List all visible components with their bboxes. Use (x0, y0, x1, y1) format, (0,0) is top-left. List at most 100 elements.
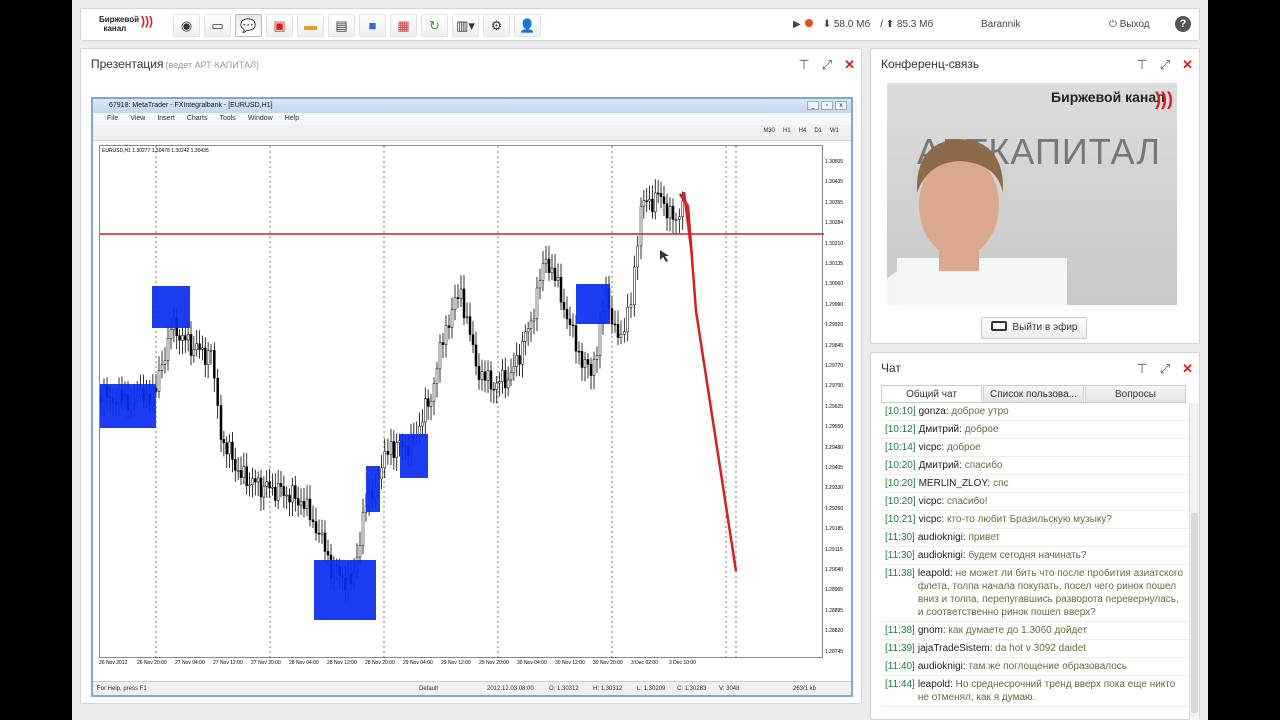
pin-icon[interactable]: ⊤ (1136, 361, 1147, 377)
menu-help[interactable]: Help (285, 113, 299, 125)
message-nick[interactable]: audioknigi: (918, 661, 969, 672)
candle-body (521, 341, 524, 365)
message-text: привет (968, 532, 1001, 543)
chat-scrollbar[interactable] (1189, 403, 1199, 720)
message-nick[interactable]: Дмитрий: (919, 424, 965, 435)
drawn-arrow (682, 191, 694, 257)
price-tick: 1.29260 (825, 505, 844, 512)
message-body: audioknigi: там же поглощение образовало… (918, 660, 1127, 673)
candle-body (186, 334, 190, 341)
panel-controls: ⊤ ⤢ ✕ (798, 57, 855, 73)
gift-icon[interactable]: ▣ (266, 14, 293, 37)
menu-file[interactable]: File (107, 113, 118, 125)
message-time: [11:30] (885, 550, 915, 561)
candle-body (498, 381, 501, 384)
tab-user-list[interactable]: Список пользова... (983, 385, 1084, 402)
folder-icon[interactable]: ▬ (297, 14, 324, 37)
message-nick[interactable]: vicpc: (919, 442, 947, 453)
candlestick-chart[interactable] (100, 146, 824, 659)
close-icon[interactable]: ✕ (1182, 57, 1193, 73)
candle-body (447, 325, 451, 328)
go-live-button[interactable]: Выйти в эфир (981, 317, 1087, 339)
chat-bubble-icon[interactable]: 💬 (235, 14, 262, 37)
logout-button[interactable]: ⏻ Выход (1109, 19, 1150, 30)
tf-w1[interactable]: W1 (830, 128, 839, 134)
message-nick[interactable]: gonza: (919, 406, 952, 417)
candle-body (633, 266, 636, 306)
candle-body (556, 277, 560, 281)
message-nick[interactable]: vicpc: (919, 496, 947, 507)
tf-h4[interactable]: H4 (799, 128, 807, 134)
close-icon[interactable]: ✕ (844, 57, 855, 73)
tf-d1[interactable]: D1 (814, 128, 822, 134)
message-nick[interactable]: leapold: (918, 568, 956, 579)
expand-icon[interactable]: ⤢ (1160, 361, 1170, 377)
candle-body (245, 466, 248, 486)
candle-body (317, 532, 321, 535)
tab-general-chat[interactable]: Общий чат (881, 385, 982, 402)
close-icon[interactable]: ✕ (1182, 361, 1193, 377)
webcam-icon[interactable]: ◉ (173, 14, 200, 37)
candle-body (568, 318, 572, 326)
restore-icon[interactable]: ▫ (821, 101, 833, 110)
message-nick[interactable]: leapold: (918, 679, 956, 690)
document-icon[interactable]: ▤ (328, 14, 355, 37)
layout-icon[interactable]: ▥▾ (452, 14, 479, 37)
candle-body (216, 377, 219, 406)
candle-body (225, 442, 228, 455)
menu-charts[interactable]: Charts (187, 113, 208, 125)
expand-icon[interactable]: ⤢ (822, 57, 832, 73)
record-icon[interactable] (804, 19, 813, 27)
message-text: как думаете до 1.3060 дойдет (948, 625, 1088, 636)
status-help: For Help, press F1 (97, 686, 147, 692)
tab-questions[interactable]: Вопросы (1085, 385, 1186, 402)
tf-h1[interactable]: H1 (783, 128, 791, 134)
boxes-icon[interactable]: ■ (359, 14, 386, 37)
message-nick[interactable]: Дмитрий: (919, 460, 965, 471)
scroll-thumb[interactable] (1191, 513, 1198, 713)
pin-icon[interactable]: ⊤ (798, 57, 809, 73)
gear-icon[interactable]: ⚙ (483, 14, 510, 37)
help-button[interactable]: ? (1175, 16, 1191, 32)
candle-body (592, 359, 596, 376)
upload-stat: / ⬆ 85.3 Мб (880, 19, 934, 30)
message-nick[interactable]: vicpc: (919, 514, 947, 525)
menu-view[interactable]: View (130, 113, 145, 125)
video-feed[interactable]: Биржевой канал ))) АРТКАПИТАЛ (887, 83, 1177, 305)
candle-body (639, 205, 643, 247)
screen-icon[interactable]: ▭ (204, 14, 231, 37)
price-tick: 1.30355 (825, 199, 844, 206)
candle-body (465, 316, 469, 319)
message-text: доброе утро (951, 406, 1009, 417)
main-toolbar: Биржевой канал))) ◉ ▭ 💬 ▣ ▬ ▤ ■ ▦ ↻ ▥▾ ⚙… (80, 8, 1200, 41)
expand-icon[interactable]: ⤢ (1160, 57, 1170, 73)
notepad-icon[interactable]: ▦ (390, 14, 417, 37)
share-folder-icon[interactable]: ↻ (421, 14, 448, 37)
message-nick[interactable]: jajaTradeSistem: (918, 643, 995, 654)
chat-message: [11:44] leapold: Но среднесрочний тренд в… (881, 676, 1191, 707)
candle-body (206, 350, 210, 365)
menu-tools[interactable]: Tools (219, 113, 235, 125)
message-nick[interactable]: audioknigi: (918, 532, 969, 543)
add-user-icon[interactable]: 👤 (514, 14, 541, 37)
price-chart[interactable]: EURUSD,H1 1.30277 1.30478 1.30242 1.3043… (99, 145, 824, 659)
candle-body (424, 398, 427, 423)
mt-status-bar: For Help, press F1 Default 2012.12.03 08… (93, 681, 851, 695)
chat-messages: [10:10] gonza: доброе утро [10:12] Дмитрий:… (881, 403, 1191, 720)
message-nick[interactable]: gnom: (918, 625, 949, 636)
message-nick[interactable]: audioknigi: (918, 550, 969, 561)
pin-icon[interactable]: ⊤ (1136, 57, 1147, 73)
candle-body (538, 280, 542, 289)
chat-message: [10:21] vicpc: кто-то любит Бразильскую м… (881, 511, 1191, 529)
status-low: L: 1.30209 (637, 686, 666, 692)
menu-window[interactable]: Window (248, 113, 273, 125)
close-window-icon[interactable]: x (835, 101, 847, 110)
minimize-icon[interactable]: _ (807, 101, 819, 110)
play-icon[interactable]: ▶ (793, 19, 813, 30)
tf-m30[interactable]: M30 (763, 128, 775, 134)
menu-insert[interactable]: Insert (157, 113, 175, 125)
highlight-zone (152, 286, 190, 328)
message-nick[interactable]: MERLIN_ZLOY: (919, 478, 993, 489)
candle-body (166, 338, 170, 361)
message-time: [10:12] (885, 424, 916, 435)
